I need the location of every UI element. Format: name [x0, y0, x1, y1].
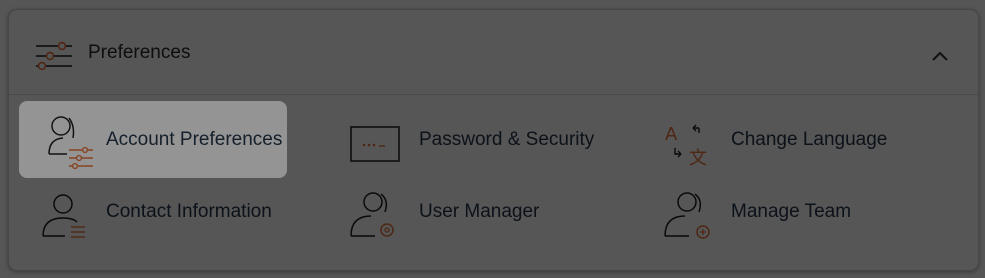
- manage-team-item[interactable]: Manage Team: [659, 176, 959, 252]
- user-list-icon: [42, 194, 85, 238]
- svg-text:文: 文: [689, 148, 707, 169]
- account-preferences-item[interactable]: Account Preferences: [20, 102, 288, 178]
- user-manager-item[interactable]: User Manager: [345, 176, 645, 252]
- preferences-header[interactable]: Preferences: [9, 10, 978, 95]
- users-gear-icon: [350, 192, 394, 237]
- password-security-label: Password & Security: [419, 129, 595, 150]
- user-manager-label: User Manager: [419, 201, 540, 222]
- password-field-icon: [350, 126, 400, 162]
- contact-information-label: Contact Information: [106, 201, 272, 222]
- contact-information-item[interactable]: Contact Information: [35, 176, 325, 252]
- user-add-icon: [664, 192, 710, 239]
- sliders-icon: [36, 41, 72, 71]
- translate-icon: A 文: [665, 124, 707, 169]
- change-language-label: Change Language: [731, 129, 888, 150]
- user-sliders-icon: [48, 116, 93, 170]
- svg-text:A: A: [665, 124, 678, 145]
- account-preferences-label: Account Preferences: [106, 129, 283, 150]
- change-language-item[interactable]: A 文 Change Language: [659, 102, 959, 178]
- panel-title: Preferences: [88, 42, 191, 63]
- manage-team-label: Manage Team: [731, 201, 852, 222]
- password-security-item[interactable]: Password & Security: [345, 102, 645, 178]
- preferences-panel: Preferences Account Preferences Password…: [8, 9, 979, 271]
- chevron-up-icon[interactable]: [927, 44, 953, 68]
